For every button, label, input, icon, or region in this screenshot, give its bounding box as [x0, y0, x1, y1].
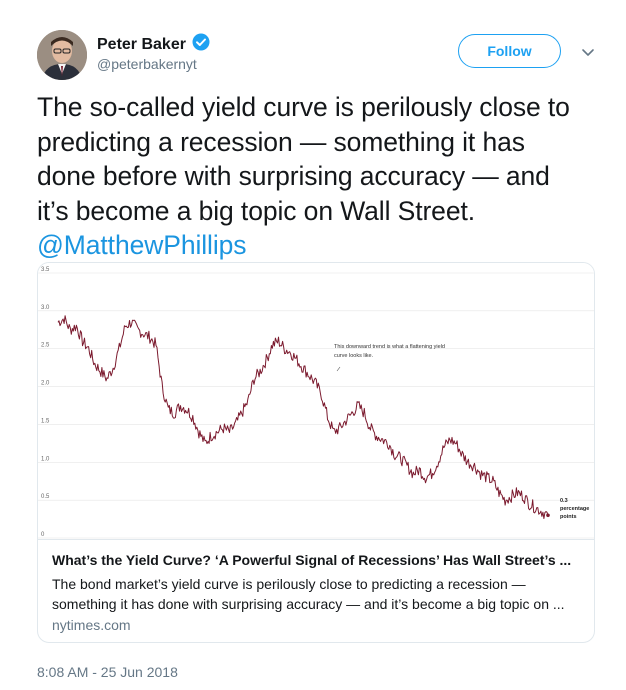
verified-badge-icon — [192, 33, 210, 56]
card-domain: nytimes.com — [52, 617, 131, 633]
end-value-label: percentage — [560, 506, 589, 512]
card-description: The bond market’s yield curve is perilou… — [52, 574, 582, 614]
annotation-text: curve looks like. — [334, 353, 374, 359]
tweet-text: The so-called yield curve is perilously … — [37, 90, 597, 263]
card-title[interactable]: What’s the Yield Curve? ‘A Powerful Sign… — [52, 552, 582, 568]
end-value-label: points — [560, 514, 577, 520]
y-tick-label: 2.5 — [41, 343, 50, 349]
end-point — [546, 513, 550, 518]
y-tick-label: 3.5 — [41, 267, 50, 273]
y-tick-label: 1.0 — [41, 456, 50, 462]
end-value-label: 0.3 — [560, 498, 568, 504]
series-line — [57, 315, 549, 519]
y-tick-label: 3.0 — [41, 305, 50, 311]
chevron-down-icon[interactable] — [578, 42, 598, 62]
follow-button[interactable]: Follow — [458, 34, 561, 68]
author-handle[interactable]: @peterbakernyt — [97, 56, 197, 72]
card-description-line: something it has done with surprising ac… — [52, 596, 565, 612]
mention-link[interactable]: @MatthewPhillips — [37, 228, 597, 263]
yield-curve-chart: 0 0.5 1.0 1.5 2.0 2.5 3.0 3.5 This downward tren… — [38, 263, 594, 540]
tweet-line: it’s become a big topic on Wall Street. — [37, 195, 475, 226]
link-card[interactable]: 0 0.5 1.0 1.5 2.0 2.5 3.0 3.5 This downward tren… — [37, 262, 595, 643]
y-tick-label: 1.5 — [41, 418, 50, 424]
avatar[interactable] — [37, 30, 87, 80]
tweet-line: The so-called yield curve is perilously … — [37, 92, 570, 122]
annotation-pointer — [336, 366, 341, 372]
avatar-image — [37, 30, 87, 80]
y-tick-label: 0 — [41, 532, 45, 538]
y-tick-label: 2.0 — [41, 381, 50, 387]
timestamp[interactable]: 8:08 AM - 25 Jun 2018 — [37, 664, 178, 680]
tweet-line: done before with surprising accuracy — a… — [37, 161, 550, 191]
annotation-text: This downward trend is what a flattening… — [334, 344, 445, 350]
tweet-line: predicting a recession — something it ha… — [37, 126, 525, 157]
card-description-line: The bond market’s yield curve is perilou… — [52, 576, 526, 592]
author-name[interactable]: Peter Baker — [97, 36, 186, 54]
y-tick-label: 0.5 — [41, 494, 50, 500]
